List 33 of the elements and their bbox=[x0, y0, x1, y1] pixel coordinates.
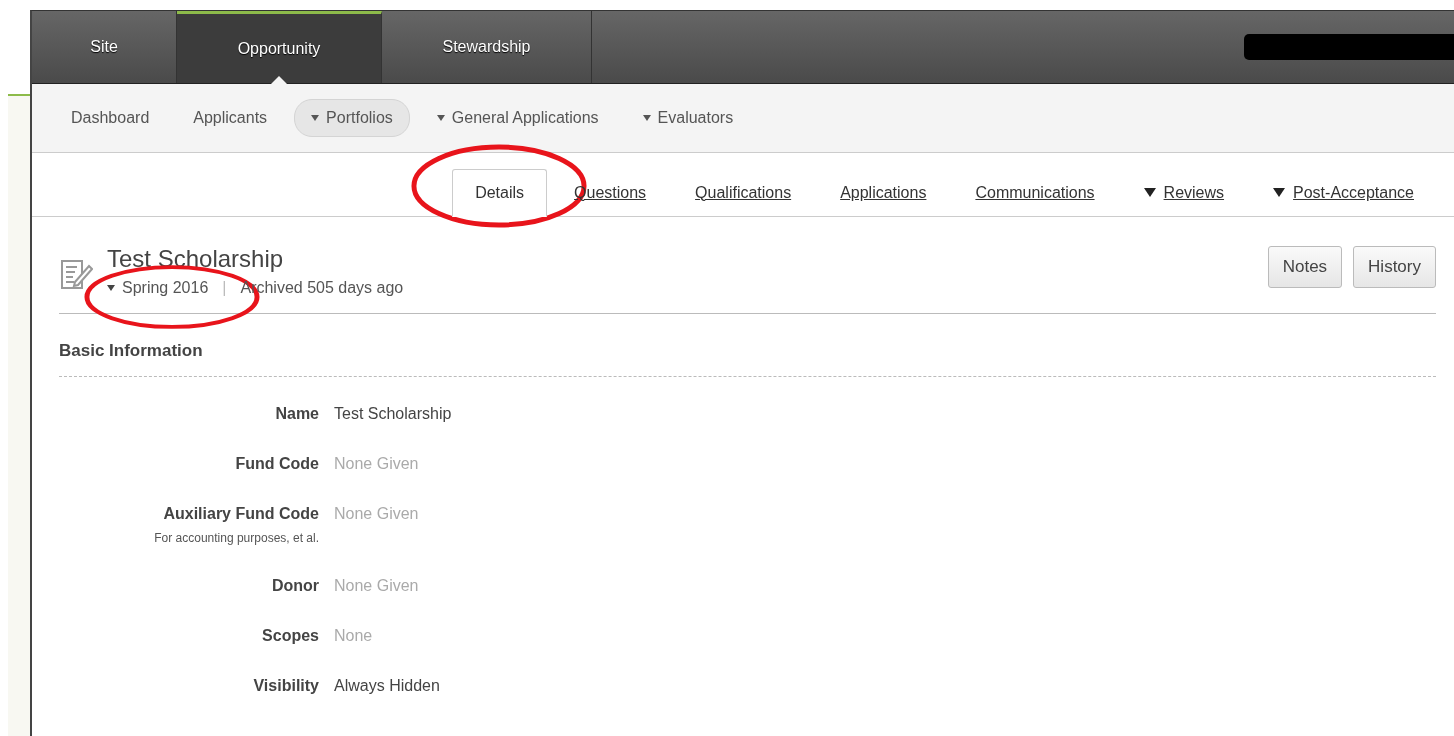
sub-nav-item[interactable]: Portfolios bbox=[294, 99, 410, 137]
field-value: None Given bbox=[334, 505, 420, 524]
field-value: None bbox=[334, 627, 374, 645]
page-tab[interactable]: Qualifications bbox=[673, 169, 814, 216]
term-dropdown[interactable]: Spring 2016 bbox=[107, 279, 209, 297]
field-value: Test Scholarship bbox=[334, 405, 453, 423]
page-tab[interactable]: Post-Acceptance bbox=[1251, 169, 1436, 216]
page-tab[interactable]: Reviews bbox=[1121, 169, 1247, 216]
field-value: None Given bbox=[334, 577, 420, 595]
field-label: Auxiliary Fund Code bbox=[163, 505, 319, 523]
header-button[interactable]: Notes bbox=[1267, 246, 1343, 288]
main-nav-tab[interactable]: Opportunity bbox=[177, 11, 382, 83]
header-button[interactable]: History bbox=[1353, 246, 1436, 288]
sub-nav-item[interactable]: Applicants bbox=[176, 99, 285, 137]
field-value: None Given bbox=[334, 455, 420, 473]
main-nav-tab[interactable]: Stewardship bbox=[382, 11, 592, 83]
caret-icon bbox=[107, 285, 115, 291]
sub-nav-item[interactable]: General Applications bbox=[419, 99, 616, 137]
page-tab[interactable]: Details bbox=[452, 169, 548, 217]
field-label: Scopes bbox=[262, 627, 319, 645]
field-label: Donor bbox=[271, 577, 319, 595]
page-tab[interactable]: Communications bbox=[953, 169, 1117, 216]
field-label: Visibility bbox=[253, 677, 319, 695]
sub-nav-item[interactable]: Dashboard bbox=[54, 99, 167, 137]
sub-nav-item[interactable]: Evaluators bbox=[625, 99, 751, 137]
field-label: Fund Code bbox=[235, 455, 319, 473]
field-hint: For accounting purposes, et al. bbox=[154, 531, 319, 545]
separator: | bbox=[222, 279, 227, 297]
record-title: Test Scholarship bbox=[107, 245, 285, 273]
section-heading: Basic Information bbox=[59, 314, 1436, 377]
page-tab[interactable]: Applications bbox=[818, 169, 949, 216]
field-label: Name bbox=[275, 405, 319, 423]
field-value: Always Hidden bbox=[334, 677, 441, 695]
